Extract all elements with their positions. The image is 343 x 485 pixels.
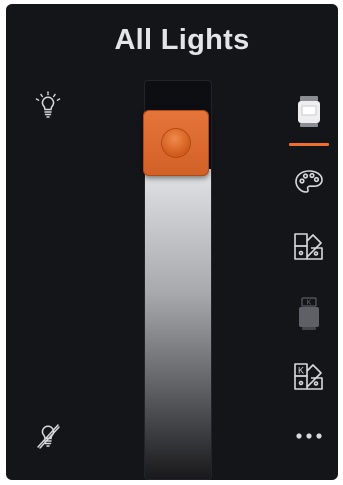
kelvin-swatches-icon: K [292, 361, 326, 395]
light-bulb-on-icon [32, 90, 64, 122]
kelvin-light-icon: K [295, 297, 323, 331]
light-control-panel: All Lights K K [6, 4, 338, 480]
tab-white[interactable] [291, 94, 327, 130]
palette-icon [293, 168, 325, 196]
brightness-fill [145, 168, 211, 479]
color-swatches-icon [292, 231, 326, 265]
svg-text:K: K [307, 300, 312, 307]
tab-kelvin[interactable]: K [291, 296, 327, 332]
tab-color-palette[interactable] [291, 164, 327, 200]
light-on-button[interactable] [30, 88, 66, 124]
page-title: All Lights [114, 24, 250, 56]
brightness-slider-handle[interactable] [143, 110, 209, 176]
white-light-icon [294, 95, 324, 129]
light-off-button[interactable] [30, 418, 66, 454]
svg-text:K: K [298, 366, 304, 376]
slider-knob [162, 129, 190, 157]
tab-kelvin-swatches[interactable]: K [291, 360, 327, 396]
more-button[interactable] [291, 418, 327, 454]
light-bulb-off-icon [32, 420, 64, 452]
active-tab-indicator [289, 143, 329, 146]
tab-color-swatches[interactable] [291, 230, 327, 266]
more-icon [294, 432, 324, 440]
